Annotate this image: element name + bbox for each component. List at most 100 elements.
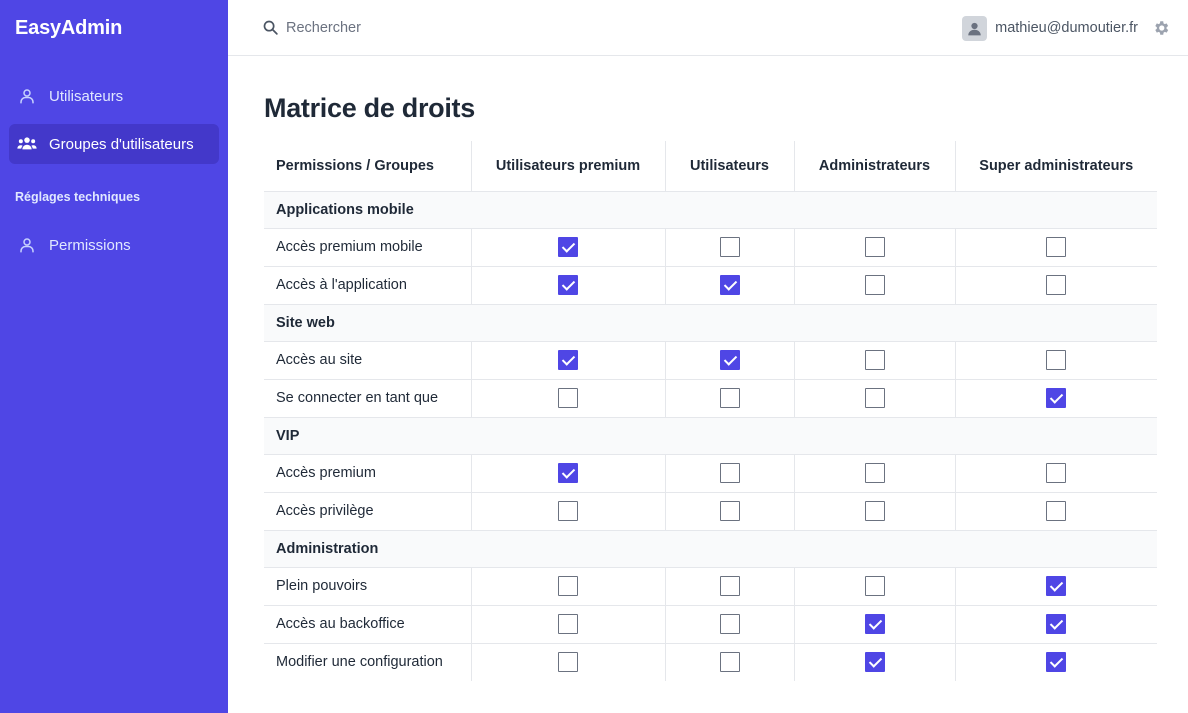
permission-cell xyxy=(954,341,1157,380)
brand-logo[interactable]: EasyAdmin xyxy=(15,17,122,40)
permission-label: Accès premium mobile xyxy=(264,228,471,267)
avatar[interactable] xyxy=(962,15,988,41)
permission-checkbox[interactable] xyxy=(864,388,885,408)
table-row: Accès au site xyxy=(264,341,1157,380)
permission-cell xyxy=(954,643,1157,681)
user-menu[interactable]: mathieu@dumoutier.fr xyxy=(962,15,1170,41)
permission-label: Accès à l'application xyxy=(264,266,471,305)
group-row: Administration xyxy=(264,530,1157,568)
table-row: Modifier une configuration xyxy=(264,643,1157,681)
permission-cell xyxy=(470,454,665,493)
sidebar-item-permissions[interactable]: Permissions xyxy=(9,225,219,265)
table-row: Accès premium xyxy=(264,454,1157,493)
permission-checkbox[interactable] xyxy=(719,350,740,370)
topbar: mathieu@dumoutier.fr xyxy=(228,0,1188,56)
sidebar-item-utilisateurs[interactable]: Utilisateurs xyxy=(9,76,219,116)
permission-checkbox[interactable] xyxy=(1046,237,1067,257)
column-header: Administrateurs xyxy=(793,141,955,192)
permission-cell xyxy=(470,492,665,531)
table-body: Applications mobile Accès premium mobile A… xyxy=(264,191,1157,681)
permission-cell xyxy=(793,379,955,418)
permission-cell xyxy=(470,379,665,418)
permission-checkbox[interactable] xyxy=(864,652,885,673)
table-row: Accès au backoffice xyxy=(264,605,1157,644)
permission-checkbox[interactable] xyxy=(719,388,740,408)
permission-checkbox[interactable] xyxy=(719,614,740,634)
permission-checkbox[interactable] xyxy=(864,275,885,295)
permission-checkbox[interactable] xyxy=(1046,501,1067,521)
permission-checkbox[interactable] xyxy=(864,576,885,596)
permission-cell xyxy=(664,228,794,267)
sidebar-item-label: Utilisateurs xyxy=(49,87,124,105)
permission-checkbox[interactable] xyxy=(558,463,578,483)
permission-cell xyxy=(664,266,794,305)
table-row: Plein pouvoirs xyxy=(264,567,1157,606)
permission-checkbox[interactable] xyxy=(864,350,885,370)
permission-checkbox[interactable] xyxy=(864,614,885,634)
column-header: Super administrateurs xyxy=(954,141,1157,192)
permission-cell xyxy=(470,643,665,681)
group-label: VIP xyxy=(264,417,1157,455)
user-email[interactable]: mathieu@dumoutier.fr xyxy=(995,20,1138,36)
permission-checkbox[interactable] xyxy=(864,237,885,257)
permission-checkbox[interactable] xyxy=(719,652,740,673)
permission-cell xyxy=(793,492,955,531)
permission-cell xyxy=(954,605,1157,644)
permission-checkbox[interactable] xyxy=(558,652,578,673)
group-label: Site web xyxy=(264,304,1157,342)
permission-checkbox[interactable] xyxy=(558,275,578,295)
permission-checkbox[interactable] xyxy=(558,501,578,521)
permission-checkbox[interactable] xyxy=(558,614,578,634)
gear-icon[interactable] xyxy=(1152,19,1170,37)
permission-cell xyxy=(470,341,665,380)
permission-label: Se connecter en tant que xyxy=(264,379,471,418)
group-row: VIP xyxy=(264,417,1157,455)
table-row: Accès premium mobile xyxy=(264,228,1157,267)
permission-checkbox[interactable] xyxy=(864,463,885,483)
permission-checkbox[interactable] xyxy=(719,275,740,295)
permission-label: Plein pouvoirs xyxy=(264,567,471,606)
permission-checkbox[interactable] xyxy=(1046,614,1067,634)
sidebar-item-label: Permissions xyxy=(49,236,131,254)
permission-checkbox[interactable] xyxy=(558,237,578,257)
table-row: Accès privilège xyxy=(264,492,1157,531)
permission-checkbox[interactable] xyxy=(558,576,578,596)
permission-checkbox[interactable] xyxy=(864,501,885,521)
group-row: Site web xyxy=(264,304,1157,342)
permission-checkbox[interactable] xyxy=(1046,388,1067,408)
permission-checkbox[interactable] xyxy=(719,463,740,483)
permission-checkbox[interactable] xyxy=(1046,350,1067,370)
permission-checkbox[interactable] xyxy=(558,350,578,370)
permission-checkbox[interactable] xyxy=(558,388,578,408)
permission-cell xyxy=(954,454,1157,493)
group-row: Applications mobile xyxy=(264,191,1157,229)
permission-checkbox[interactable] xyxy=(719,576,740,596)
permission-cell xyxy=(470,266,665,305)
permission-cell xyxy=(664,643,794,681)
permission-cell xyxy=(664,605,794,644)
permission-cell xyxy=(793,605,955,644)
permission-checkbox[interactable] xyxy=(1046,652,1067,673)
permission-checkbox[interactable] xyxy=(1046,463,1067,483)
permission-checkbox[interactable] xyxy=(1046,275,1067,295)
search-input[interactable] xyxy=(286,16,546,40)
permission-checkbox[interactable] xyxy=(1046,576,1067,596)
page-title: Matrice de droits xyxy=(264,93,475,123)
permission-cell xyxy=(793,341,955,380)
permission-checkbox[interactable] xyxy=(719,501,740,521)
permission-cell xyxy=(793,454,955,493)
permission-cell xyxy=(793,266,955,305)
permission-label: Accès premium xyxy=(264,454,471,493)
permission-cell xyxy=(470,605,665,644)
column-header: Utilisateurs xyxy=(664,141,794,192)
table-header-row: Permissions / Groupes Utilisateurs premi… xyxy=(264,141,1157,192)
permission-cell xyxy=(664,567,794,606)
permission-cell xyxy=(954,567,1157,606)
permission-cell xyxy=(793,228,955,267)
permission-cell xyxy=(954,492,1157,531)
permission-checkbox[interactable] xyxy=(719,237,740,257)
column-header: Permissions / Groupes xyxy=(264,141,471,192)
user-icon xyxy=(17,235,37,255)
sidebar-item-groupes[interactable]: Groupes d'utilisateurs xyxy=(9,124,219,164)
user-icon xyxy=(17,86,37,106)
